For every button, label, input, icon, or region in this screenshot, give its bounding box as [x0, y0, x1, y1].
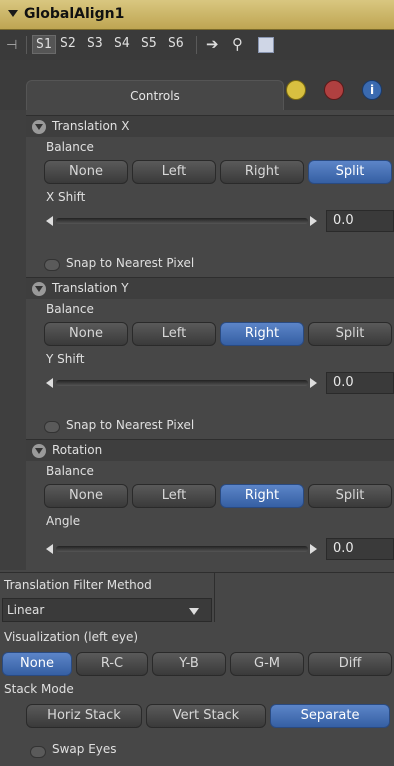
indent-gutter [0, 110, 26, 570]
divider [214, 572, 215, 622]
slot-s6[interactable]: S6 [168, 36, 184, 51]
expand-arrow-icon[interactable] [32, 282, 46, 296]
slot-s5[interactable]: S5 [141, 36, 157, 51]
toolbar-divider [196, 36, 197, 54]
tx-right-button[interactable]: Right [220, 160, 304, 184]
y-shift-slider[interactable] [56, 380, 308, 386]
link-icon[interactable]: ⚲ [232, 35, 243, 53]
section-title: Rotation [52, 443, 103, 457]
section-rotation[interactable]: Rotation [26, 439, 394, 461]
snap-x-label: Snap to Nearest Pixel [66, 256, 195, 270]
x-shift-slider[interactable] [56, 218, 308, 224]
swap-eyes-checkbox[interactable] [30, 746, 46, 758]
chevron-down-icon [189, 608, 199, 615]
filter-method-label: Translation Filter Method [4, 578, 152, 592]
vert-stack-button[interactable]: Vert Stack [146, 704, 266, 728]
expand-arrow-icon[interactable] [32, 120, 46, 134]
snap-y-label: Snap to Nearest Pixel [66, 418, 195, 432]
stack-mode-label: Stack Mode [4, 682, 74, 696]
slot-s1[interactable]: S1 [32, 35, 56, 54]
save-icon[interactable] [258, 37, 274, 53]
x-shift-label: X Shift [46, 190, 86, 204]
tab-controls[interactable]: Controls [26, 80, 284, 110]
x-shift-input[interactable]: 0.0 [326, 210, 394, 232]
slider-right-arrow-icon[interactable] [310, 544, 317, 554]
swap-eyes-label: Swap Eyes [52, 742, 117, 756]
balance-label: Balance [46, 140, 94, 154]
settings-gear-icon[interactable] [324, 80, 344, 100]
tx-left-button[interactable]: Left [132, 160, 216, 184]
vis-yb-button[interactable]: Y-B [152, 652, 226, 676]
info-icon[interactable]: i [362, 80, 382, 100]
pin-icon[interactable]: ⊣ [6, 38, 17, 53]
expand-arrow-icon[interactable] [32, 444, 46, 458]
slider-left-arrow-icon[interactable] [46, 544, 53, 554]
collapse-arrow-icon[interactable] [8, 10, 18, 17]
slider-right-arrow-icon[interactable] [310, 378, 317, 388]
ty-split-button[interactable]: Split [308, 322, 392, 346]
ty-right-button[interactable]: Right [220, 322, 304, 346]
vis-diff-button[interactable]: Diff [308, 652, 392, 676]
visualization-label: Visualization (left eye) [4, 630, 139, 644]
slot-s3[interactable]: S3 [87, 36, 103, 51]
toolbar-divider [26, 36, 27, 54]
section-translation-x[interactable]: Translation X [26, 115, 394, 137]
slider-right-arrow-icon[interactable] [310, 216, 317, 226]
y-shift-input[interactable]: 0.0 [326, 372, 394, 394]
tool-title: GlobalAlign1 [24, 6, 125, 22]
radioactive-icon[interactable] [286, 80, 306, 100]
slider-left-arrow-icon[interactable] [46, 216, 53, 226]
section-translation-y[interactable]: Translation Y [26, 277, 394, 299]
separate-button[interactable]: Separate [270, 704, 390, 728]
y-shift-label: Y Shift [46, 352, 85, 366]
rot-none-button[interactable]: None [44, 484, 128, 508]
tx-split-button[interactable]: Split [308, 160, 392, 184]
divider [0, 572, 394, 573]
rot-right-button[interactable]: Right [220, 484, 304, 508]
snap-y-checkbox[interactable] [44, 421, 60, 433]
balance-label: Balance [46, 302, 94, 316]
vis-none-button[interactable]: None [2, 652, 72, 676]
section-title: Translation X [52, 119, 130, 133]
tx-none-button[interactable]: None [44, 160, 128, 184]
pick-arrow-icon[interactable]: ➔ [206, 35, 219, 53]
ty-none-button[interactable]: None [44, 322, 128, 346]
slot-s4[interactable]: S4 [114, 36, 130, 51]
ty-left-button[interactable]: Left [132, 322, 216, 346]
vis-gm-button[interactable]: G-M [230, 652, 304, 676]
slot-s2[interactable]: S2 [60, 36, 76, 51]
rot-split-button[interactable]: Split [308, 484, 392, 508]
horiz-stack-button[interactable]: Horiz Stack [26, 704, 142, 728]
angle-input[interactable]: 0.0 [326, 538, 394, 560]
rot-left-button[interactable]: Left [132, 484, 216, 508]
section-title: Translation Y [52, 281, 129, 295]
slider-left-arrow-icon[interactable] [46, 378, 53, 388]
vis-rc-button[interactable]: R-C [76, 652, 148, 676]
toolbar: ⊣ S1 S2 S3 S4 S5 S6 ➔ ⚲ [0, 30, 394, 60]
filter-method-value: Linear [7, 603, 45, 617]
balance-label: Balance [46, 464, 94, 478]
angle-label: Angle [46, 514, 81, 528]
filter-method-dropdown[interactable]: Linear [2, 598, 212, 622]
tool-header[interactable]: GlobalAlign1 [0, 0, 394, 30]
angle-slider[interactable] [56, 546, 308, 552]
snap-x-checkbox[interactable] [44, 259, 60, 271]
